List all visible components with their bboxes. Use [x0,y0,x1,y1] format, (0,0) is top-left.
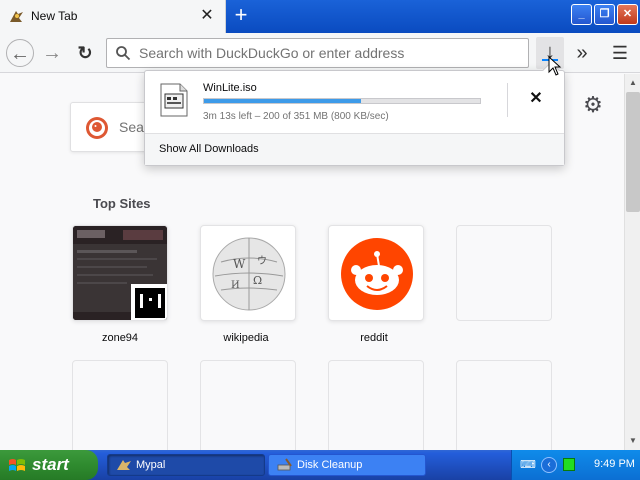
reddit-alien-icon [341,238,413,310]
disk-cleanup-icon [277,458,292,471]
toolbar-overflow-button[interactable]: » [570,39,594,67]
svg-text:ウ: ウ [257,255,267,267]
vertical-scrollbar[interactable]: ▲ ▼ [624,74,640,450]
top-site-tile-empty[interactable] [456,360,552,450]
tab-close-icon[interactable]: ✕ [199,7,215,25]
back-button[interactable]: ← [6,39,34,67]
close-window-button[interactable]: ✕ [617,4,638,25]
download-filename: WinLite.iso [203,82,257,94]
wikipedia-globe-icon: W Ω И ウ [212,237,286,311]
settings-gear-icon[interactable]: ⚙ [582,94,604,116]
svg-text:Ω: Ω [253,274,262,287]
top-sites-header: Top Sites [93,196,151,211]
url-input[interactable] [139,44,519,62]
svg-text:И: И [231,280,240,291]
top-site-label: zone94 [101,332,139,344]
mouse-cursor-icon [548,56,562,76]
search-icon [116,46,131,61]
scrollbar-thumb[interactable] [626,92,640,212]
top-site-tile-empty[interactable] [72,360,168,450]
download-progress-fill [204,99,362,103]
scroll-down-arrow-icon[interactable]: ▼ [626,434,640,448]
maximize-button[interactable]: ❐ [594,4,615,25]
windows-taskbar: start Mypal Disk Cleanup ⌨ ‹ 9:49 PM [0,450,640,480]
duckduckgo-logo-icon [86,117,108,139]
svg-text:W: W [233,257,246,271]
divider [507,83,508,117]
top-site-tile-wikipedia[interactable]: W Ω И ウ [200,225,296,321]
top-site-tile-zone94[interactable] [72,225,168,321]
forward-button[interactable]: → [38,39,66,67]
download-status-text: 3m 13s left – 200 of 351 MB (800 KB/sec) [203,111,389,122]
minimize-button[interactable]: _ [571,4,592,25]
tab-new-tab[interactable]: New Tab ✕ [0,0,226,33]
taskbar-item-disk-cleanup[interactable]: Disk Cleanup [268,454,426,476]
url-bar[interactable] [106,38,529,68]
top-site-label: reddit [360,332,388,344]
top-site-tile-empty[interactable] [456,225,552,321]
scroll-up-arrow-icon[interactable]: ▲ [626,76,640,90]
downloads-panel-footer[interactable]: Show All Downloads [145,133,564,165]
show-hidden-icons-chevron-icon[interactable]: ‹ [541,457,557,473]
taskbar-item-label: Disk Cleanup [297,459,363,471]
new-tab-button[interactable]: + [230,4,252,28]
cancel-download-close-icon[interactable]: ✕ [526,89,546,109]
tab-strip: New Tab ✕ + _ ❐ ✕ [0,0,640,33]
taskbar-item-label: Mypal [136,459,166,471]
start-label: start [32,455,69,474]
downloads-panel: WinLite.iso 3m 13s left – 200 of 351 MB … [144,61,565,166]
mypal-favicon-icon [10,11,23,22]
windows-logo-icon [9,459,25,471]
clock[interactable]: 9:49 PM [594,458,635,470]
mypal-app-icon [117,460,131,470]
top-site-tile-empty[interactable] [200,360,296,450]
keyboard-icon[interactable]: ⌨ [520,459,536,471]
iso-file-icon [160,83,188,117]
system-tray: ⌨ ‹ 9:49 PM [511,450,640,480]
reload-button[interactable]: ↻ [71,39,99,67]
taskbar-item-mypal[interactable]: Mypal [107,454,265,476]
tray-status-icon[interactable] [563,458,575,471]
download-progress-bar [203,98,481,104]
start-button[interactable]: start [0,450,98,480]
tab-title: New Tab [31,9,78,23]
zone94-thumbnail-icon [73,226,167,320]
top-site-tile-empty[interactable] [328,360,424,450]
show-all-downloads-button[interactable]: Show All Downloads [159,143,259,155]
top-site-tile-reddit[interactable] [328,225,424,321]
top-site-label: wikipedia [223,332,269,344]
hamburger-menu-button[interactable]: ☰ [608,39,632,67]
